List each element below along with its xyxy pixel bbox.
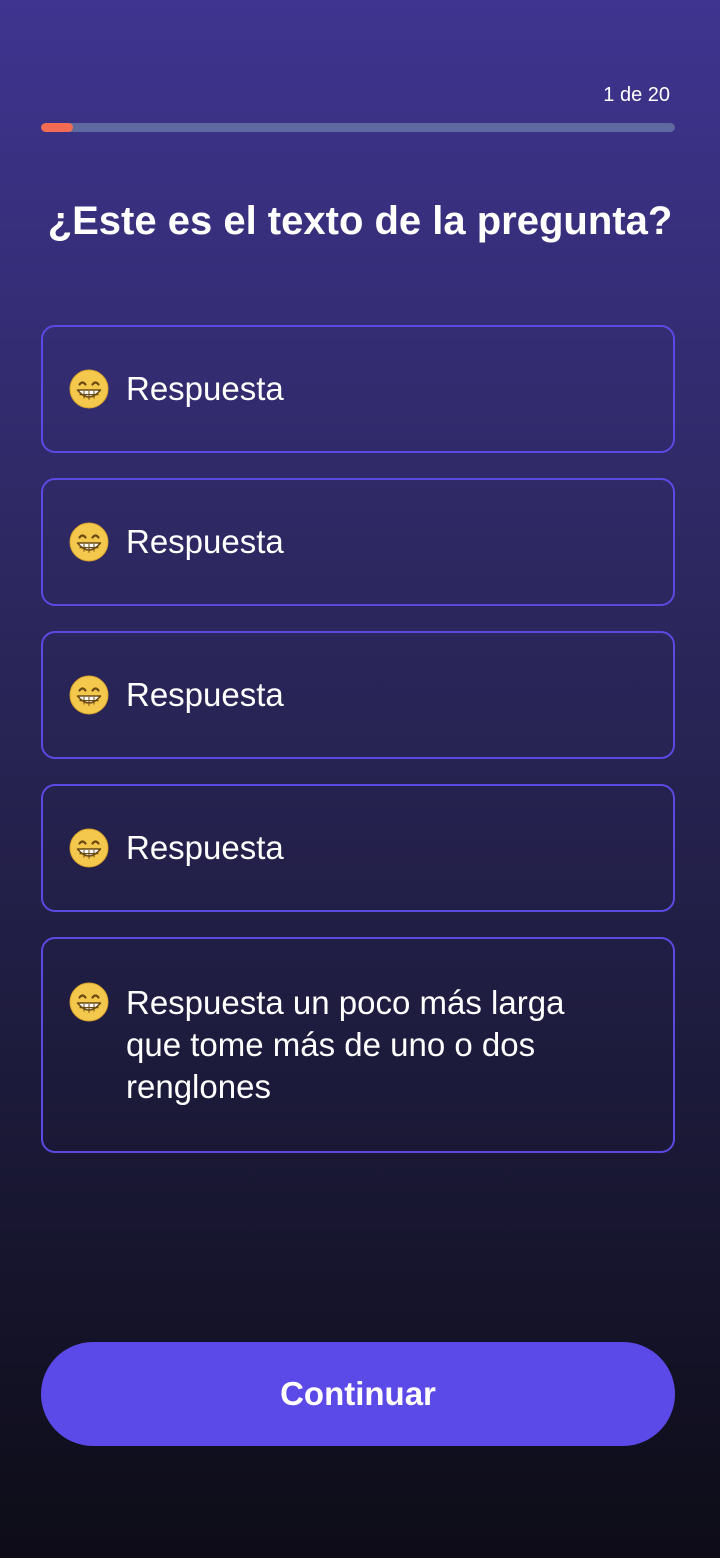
grinning-face-emoji-icon xyxy=(69,982,109,1022)
progress-bar-fill xyxy=(41,123,73,132)
answer-label: Respuesta xyxy=(126,523,284,560)
grinning-face-emoji-icon xyxy=(69,675,109,715)
question-text: ¿Este es el texto de la pregunta? xyxy=(47,199,673,243)
grinning-face-emoji-icon xyxy=(69,522,109,562)
answer-option-5[interactable]: Respuesta un poco más larga que tome más… xyxy=(41,937,675,1153)
quiz-screen: 1 de 20 ¿Este es el texto de la pregunta… xyxy=(0,0,720,1558)
answer-option-4[interactable]: Respuesta xyxy=(41,784,675,912)
answer-label: Respuesta un poco más larga que tome más… xyxy=(126,984,565,1105)
answer-label: Respuesta xyxy=(126,676,284,713)
answer-option-3[interactable]: Respuesta xyxy=(41,631,675,759)
grinning-face-emoji-icon xyxy=(69,828,109,868)
progress-bar xyxy=(41,123,675,132)
answer-option-1[interactable]: Respuesta xyxy=(41,325,675,453)
answer-label: Respuesta xyxy=(126,829,284,866)
grinning-face-emoji-icon xyxy=(69,369,109,409)
question-counter: 1 de 20 xyxy=(603,84,670,106)
answer-label: Respuesta xyxy=(126,370,284,407)
continue-button[interactable]: Continuar xyxy=(41,1342,675,1446)
answer-option-2[interactable]: Respuesta xyxy=(41,478,675,606)
